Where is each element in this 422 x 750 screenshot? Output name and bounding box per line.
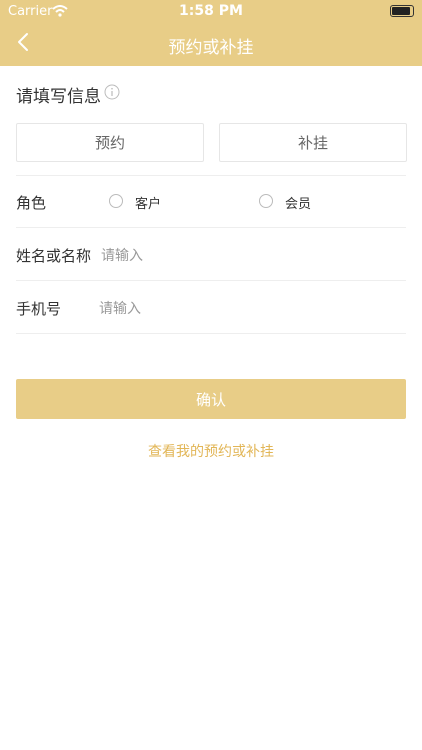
divider: [16, 175, 406, 176]
battery-icon: [390, 5, 414, 17]
tab-reservation[interactable]: 预约: [16, 123, 204, 162]
tab-supplement[interactable]: 补挂: [219, 123, 407, 162]
radio-customer[interactable]: [109, 194, 123, 208]
name-label: 姓名或名称: [16, 247, 92, 265]
status-time: 1:58 PM: [179, 3, 243, 19]
role-label: 角色: [16, 194, 47, 212]
radio-member[interactable]: [259, 194, 273, 208]
section-title: 请填写信息: [16, 87, 101, 107]
phone-input[interactable]: [99, 298, 349, 320]
phone-label: 手机号: [16, 300, 62, 318]
page-title: 预约或补挂: [168, 38, 254, 58]
info-icon[interactable]: [104, 84, 120, 100]
name-input[interactable]: [101, 245, 351, 267]
divider: [16, 333, 406, 334]
navigation-bar: Carrier 1:58 PM 预约或补挂: [0, 0, 422, 66]
divider: [16, 280, 406, 281]
confirm-button[interactable]: 确认: [16, 379, 406, 419]
radio-customer-label[interactable]: 客户: [135, 193, 161, 212]
view-my-records-link[interactable]: 查看我的预约或补挂: [0, 441, 422, 461]
battery-level: [392, 7, 410, 15]
status-bar: Carrier 1:58 PM: [0, 0, 422, 22]
radio-member-label[interactable]: 会员: [285, 193, 311, 212]
divider: [16, 227, 406, 228]
